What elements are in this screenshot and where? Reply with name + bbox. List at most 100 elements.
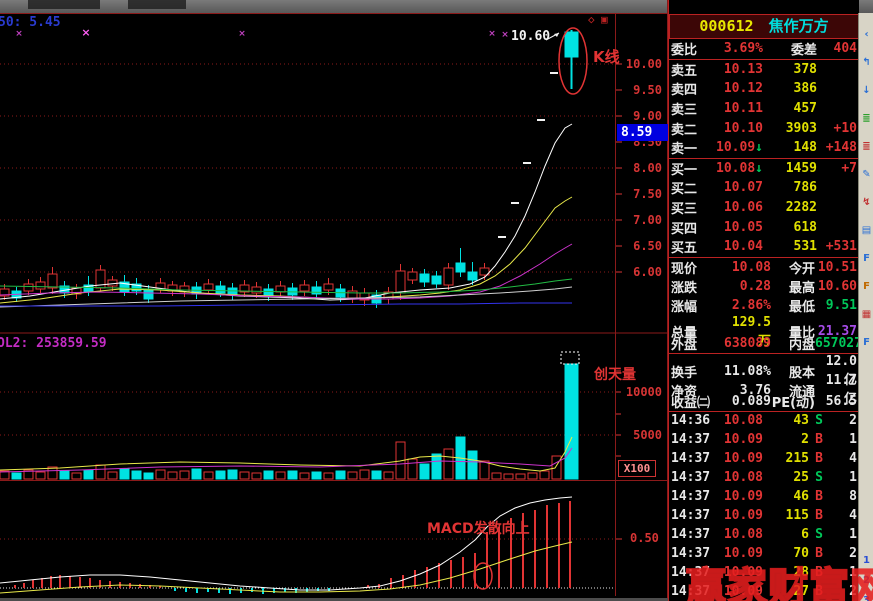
high-price-annotation: 10.60 [511,29,550,44]
restore-window-icon[interactable]: ▣ [601,14,608,25]
ask-row[interactable]: 卖一10.09↓148+148 [669,138,859,159]
info-row: 现价10.08今开10.51 [669,258,859,277]
tick-row[interactable]: 14:3710.0946B8 [669,487,859,506]
tick-time: 14:37 [671,527,713,542]
draw-tool-icon[interactable]: ✎ [859,169,873,180]
tick-count: 8 [829,489,857,504]
down-arrow-icon[interactable]: ↓ [859,85,873,96]
tick-price: 10.08 [713,527,763,542]
info-label: 股本 [771,362,815,381]
info-label: 换手 [671,362,719,381]
tick-price: 10.08 [713,413,763,428]
level-label: 卖五 [671,60,707,79]
weicha-label: 委差 [763,39,817,58]
svg-text:7.00: 7.00 [633,213,662,227]
info-value: 9.51 [815,298,857,313]
info-label: 涨幅 [671,296,719,315]
tick-direction: S [809,470,829,485]
f-key-orange-icon[interactable]: F [859,281,873,292]
info-value: 11.08% [719,364,771,379]
last-price-tag: 8.59 [617,124,670,141]
tick-direction: S [809,527,829,542]
ask-row[interactable]: 卖三10.11457 [669,99,859,119]
list-green-icon[interactable]: ≣ [859,113,873,124]
level-price: 10.09↓ [707,140,763,155]
tick-direction: B [809,489,829,504]
level-volume: 2282 [763,200,817,215]
bid-row[interactable]: 买二10.07786 [669,178,859,198]
tick-count: 2 [829,413,857,428]
tick-direction: S [809,413,829,428]
info-value: 0.089 [719,394,771,409]
collapse-panel-icon[interactable]: ‹ [859,29,873,40]
tick-row[interactable]: 14:3610.0843S2 [669,411,859,430]
info-label: 外盘 [671,334,719,353]
tick-row[interactable]: 14:3710.09115B4 [669,506,859,525]
ask-row[interactable]: 卖五10.13378 [669,60,859,80]
macd-level-label: 0.50 [630,531,659,545]
level-price: 10.10 [707,121,763,136]
tick-price: 10.09 [713,508,763,523]
bid-row[interactable]: 买三10.062282 [669,198,859,218]
tick-volume: 43 [763,413,809,428]
back-arrow-icon[interactable]: ↰ [859,57,873,68]
trading-terminal-window: 10.009.509.008.508.007.507.006.506.00100… [0,0,873,601]
level-diff: +148 [817,140,857,155]
info-label: 今开 [771,258,815,277]
diamond-icon[interactable]: ◇ [588,14,595,25]
f-key-icon[interactable]: F [859,253,873,264]
list-red-icon[interactable]: ≣ [859,141,873,152]
tick-price: 10.09 [713,432,763,447]
level-volume: 378 [763,62,817,77]
macd-bars [0,497,572,594]
tick-row[interactable]: 14:3710.09215B4 [669,449,859,468]
level-price: 10.07 [707,180,763,195]
bid-row[interactable]: 买五10.04531+531 [669,237,859,258]
clipboard-icon[interactable]: ▤ [859,225,873,236]
ask-row[interactable]: 卖二10.103903+10 [669,118,859,138]
flash-icon[interactable]: ↯ [859,197,873,208]
tick-row[interactable]: 14:3710.092B1 [669,430,859,449]
tick-count: 1 [829,470,857,485]
info-label: 涨跌 [671,277,719,296]
level-label: 卖一 [671,138,707,157]
tick-row[interactable]: 14:3710.086S1 [669,525,859,544]
svg-text:8.00: 8.00 [633,161,662,175]
tick-volume: 46 [763,489,809,504]
level-label: 买一 [671,159,707,178]
svg-text:6.50: 6.50 [633,239,662,253]
tick-direction: B [809,451,829,466]
stock-name: 焦作万方 [769,17,829,35]
tick-count: 4 [829,451,857,466]
level-volume: 1459 [763,161,817,176]
bid-row[interactable]: 买一10.08↓1459+7 [669,159,859,179]
tick-volume: 2 [763,432,809,447]
tick-row[interactable]: 14:3710.0825S1 [669,468,859,487]
weibi-value: 3.69% [707,41,763,56]
svg-text:10.00: 10.00 [626,57,662,71]
info-row: 总量129.5万量比21.37 [669,315,859,334]
tick-volume: 215 [763,451,809,466]
svg-text:×: × [501,30,509,40]
chart-layers: 10.009.509.008.508.007.507.006.506.00100… [0,0,668,601]
level-diff: +531 [817,239,857,254]
level-volume: 618 [763,220,817,235]
svg-text:×: × [81,26,90,39]
svg-text:×: × [488,29,496,39]
info-value: 10.60 [815,279,857,294]
tick-volume: 25 [763,470,809,485]
record-volume-annotation: 创天量 [594,364,636,384]
weicha-value: 404 [817,41,857,56]
level-price: 10.06 [707,200,763,215]
level-diff: +7 [817,161,857,176]
grid-icon[interactable]: ▦ [859,309,873,320]
level-label: 卖二 [671,119,707,138]
weibi-row: 委比 3.69% 委差 404 [669,39,859,60]
stock-header[interactable]: 000612 焦作万方 [669,14,859,39]
candles: ××××× [0,26,587,308]
bid-row[interactable]: 买四10.05618 [669,217,859,237]
down-arrow-icon: ↓ [755,140,763,155]
info-label: 收益㈡ [671,392,719,411]
f-key-icon-2[interactable]: F [859,337,873,348]
ask-row[interactable]: 卖四10.12386 [669,79,859,99]
